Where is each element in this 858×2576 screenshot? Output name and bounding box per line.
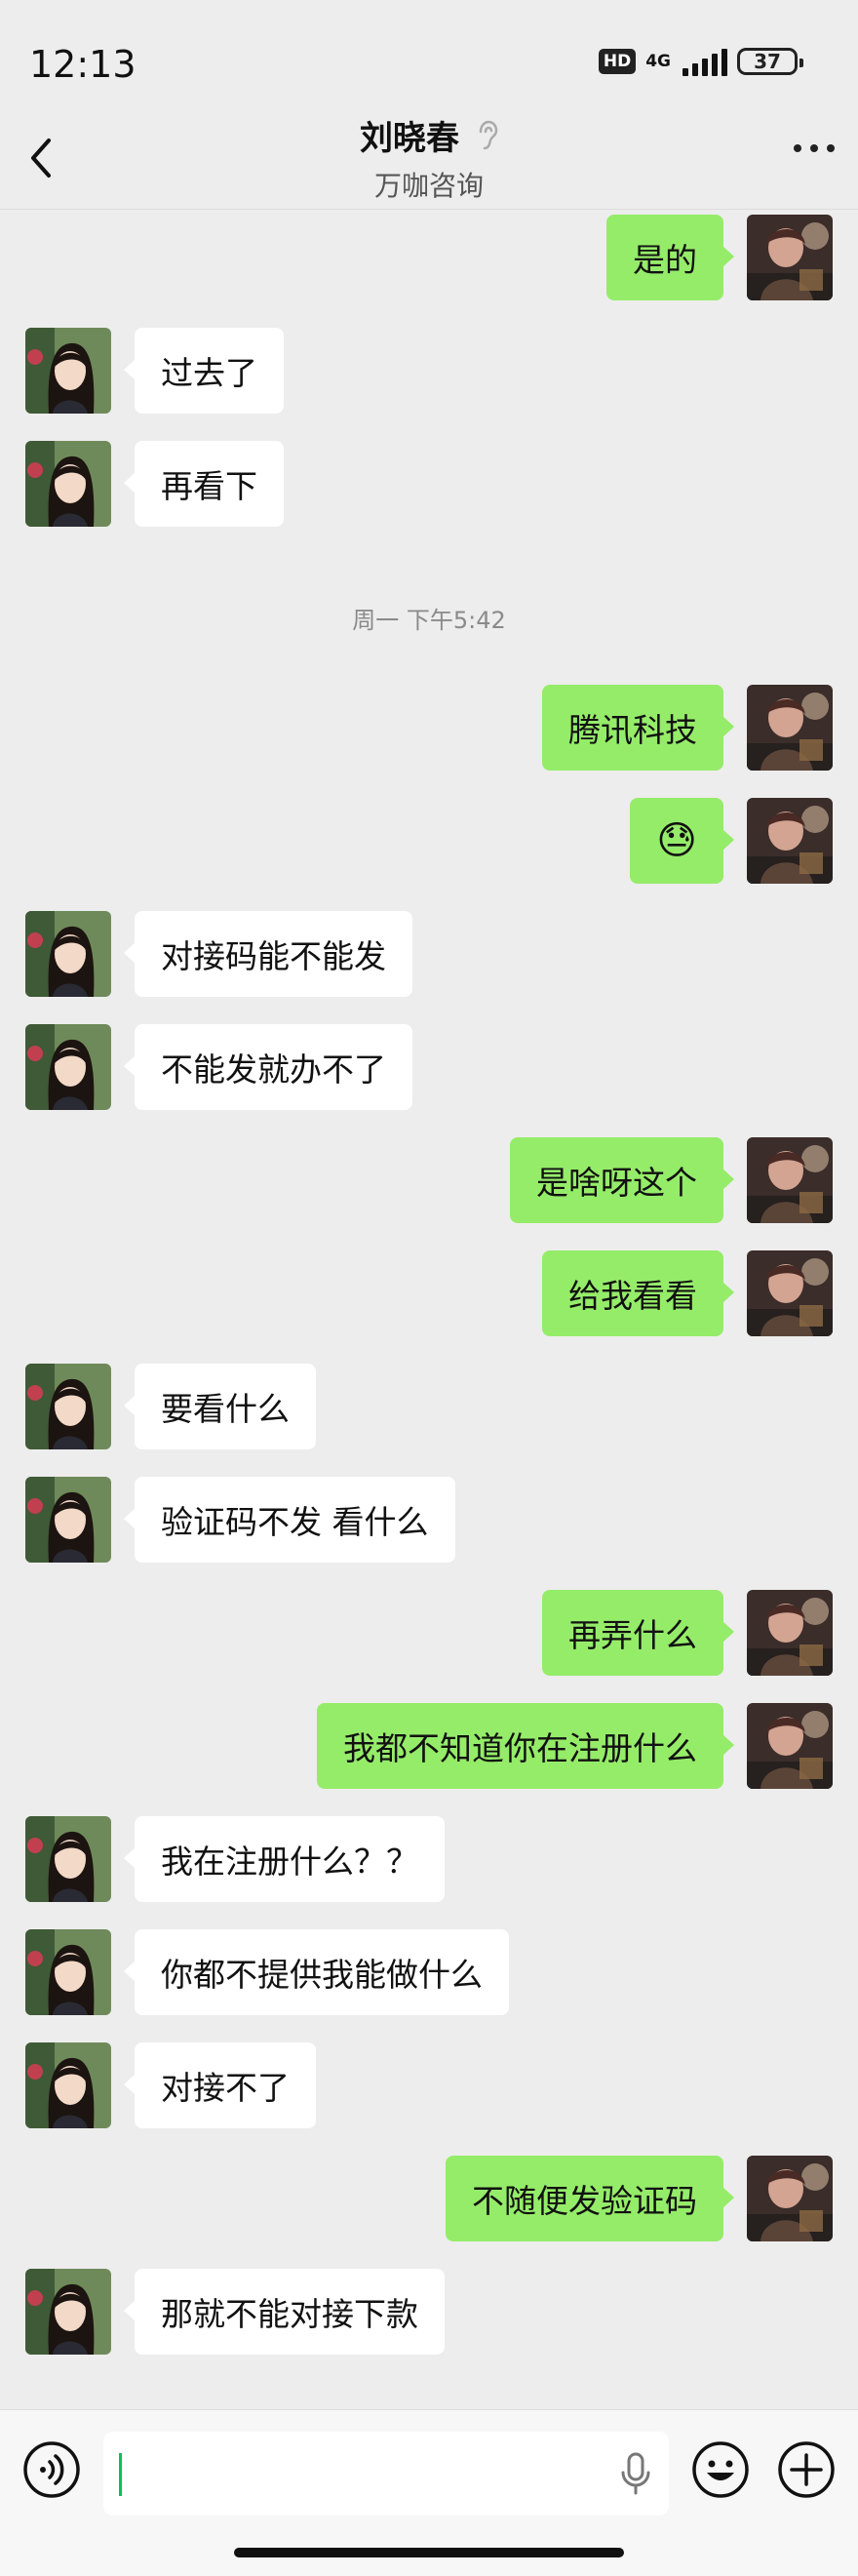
status-time: 12:13 [29,43,136,86]
message-text: 你都不提供我能做什么 [161,1956,483,1994]
message-text: 我在注册什么？？ [161,1843,418,1881]
my-avatar[interactable] [747,685,833,771]
outgoing-message-bubble[interactable]: 不随便发验证码 [446,2156,734,2241]
message-row-incoming: 那就不能对接下款 [0,2269,858,2355]
message-text: 再弄什么 [568,1616,697,1654]
message-text: 要看什么 [161,1390,290,1428]
outgoing-message-bubble[interactable]: 腾讯科技 [542,685,734,771]
message-text: 过去了 [161,354,257,392]
ear-icon [479,120,498,149]
text-caret [119,2453,122,2496]
signal-icon [682,47,727,76]
outgoing-message-bubble[interactable]: 是啥呀这个 [510,1137,734,1223]
chat-title: 刘晓春 [360,119,459,158]
contact-avatar[interactable] [25,1477,111,1563]
message-row-incoming: 验证码不发 看什么 [0,1477,858,1563]
my-avatar[interactable] [747,1590,833,1676]
message-text: 不随便发验证码 [472,2182,697,2220]
contact-avatar[interactable] [25,1024,111,1110]
message-text: 那就不能对接下款 [161,2295,418,2333]
incoming-message-bubble[interactable]: 不能发就办不了 [124,1024,412,1110]
message-row-outgoing: 腾讯科技 [0,685,858,771]
incoming-message-bubble[interactable]: 要看什么 [124,1364,316,1449]
message-row-outgoing: 是的 [0,215,858,300]
network-type: 4G [645,52,671,71]
hd-badge: HD [598,49,637,74]
message-text: 对接不了 [161,2069,290,2107]
microphone-icon [621,2452,650,2495]
message-text: 我都不知道你在注册什么 [343,1729,697,1767]
battery-level: 37 [754,50,781,73]
my-avatar[interactable] [747,1250,833,1336]
message-row-incoming: 再看下 [0,441,858,527]
outgoing-message-bubble[interactable]: 是的 [606,215,734,300]
incoming-message-bubble[interactable]: 对接码能不能发 [124,911,412,997]
outgoing-message-bubble[interactable]: 我都不知道你在注册什么 [317,1703,734,1789]
message-text: 是的 [633,241,697,279]
contact-avatar[interactable] [25,1929,111,2015]
message-row-incoming: 要看什么 [0,1364,858,1449]
message-row-incoming: 不能发就办不了 [0,1024,858,1110]
incoming-message-bubble[interactable]: 过去了 [124,328,284,414]
message-row-incoming: 我在注册什么？？ [0,1816,858,1902]
chat-title-block: 刘晓春 万咖咨询 [0,111,858,204]
message-text: 对接码能不能发 [161,937,386,975]
message-text: 给我看看 [568,1277,697,1315]
more-dots-icon [794,144,835,152]
message-row-outgoing: 再弄什么 [0,1590,858,1676]
incoming-message-bubble[interactable]: 你都不提供我能做什么 [124,1929,509,2015]
contact-avatar[interactable] [25,911,111,997]
contact-avatar[interactable] [25,2042,111,2128]
chat-header: 刘晓春 万咖咨询 [0,98,858,210]
message-row-outgoing: 我都不知道你在注册什么 [0,1703,858,1789]
contact-avatar[interactable] [25,1364,111,1449]
message-text: 验证码不发 看什么 [161,1503,429,1541]
message-row-incoming: 对接码能不能发 [0,911,858,997]
contact-avatar[interactable] [25,441,111,527]
message-row-outgoing: 给我看看 [0,1250,858,1336]
message-input[interactable] [103,2432,669,2516]
message-row-outgoing: 是啥呀这个 [0,1137,858,1223]
chat-subtitle: 万咖咨询 [373,170,484,202]
voice-button[interactable] [21,2439,82,2504]
battery-icon: 37 [737,48,803,75]
voice-icon [23,2441,80,2498]
contact-avatar[interactable] [25,2269,111,2355]
outgoing-message-bubble[interactable]: 给我看看 [542,1250,734,1336]
message-text: 😓 [656,818,697,863]
emoji-icon [692,2441,749,2498]
incoming-message-bubble[interactable]: 那就不能对接下款 [124,2269,445,2355]
emoji-button[interactable] [690,2439,751,2504]
message-text: 再看下 [161,467,257,505]
chat-timestamp: 周一 下午5:42 [352,607,506,634]
incoming-message-bubble[interactable]: 我在注册什么？？ [124,1816,445,1902]
incoming-message-bubble[interactable]: 对接不了 [124,2042,316,2128]
message-row-outgoing: 😓 [0,798,858,884]
message-text: 不能发就办不了 [161,1050,386,1089]
message-text: 是啥呀这个 [536,1164,697,1202]
message-row-incoming: 对接不了 [0,2042,858,2128]
more-button[interactable] [794,144,835,152]
incoming-message-bubble[interactable]: 再看下 [124,441,284,527]
home-indicator[interactable] [234,2548,624,2557]
my-avatar[interactable] [747,1703,833,1789]
plus-button[interactable] [776,2439,837,2504]
message-row-outgoing: 不随便发验证码 [0,2156,858,2241]
status-icons: HD 4G 37 [598,47,803,76]
contact-avatar[interactable] [25,1816,111,1902]
outgoing-message-bubble[interactable]: 再弄什么 [542,1590,734,1676]
outgoing-message-bubble[interactable]: 😓 [630,798,734,884]
my-avatar[interactable] [747,798,833,884]
message-row-incoming: 你都不提供我能做什么 [0,1929,858,2015]
incoming-message-bubble[interactable]: 验证码不发 看什么 [124,1477,455,1563]
plus-icon [778,2441,835,2498]
my-avatar[interactable] [747,2156,833,2241]
my-avatar[interactable] [747,1137,833,1223]
voice-input-button[interactable] [620,2451,651,2500]
my-avatar[interactable] [747,215,833,300]
contact-avatar[interactable] [25,328,111,414]
message-row-incoming: 过去了 [0,328,858,414]
message-text: 腾讯科技 [568,711,697,749]
